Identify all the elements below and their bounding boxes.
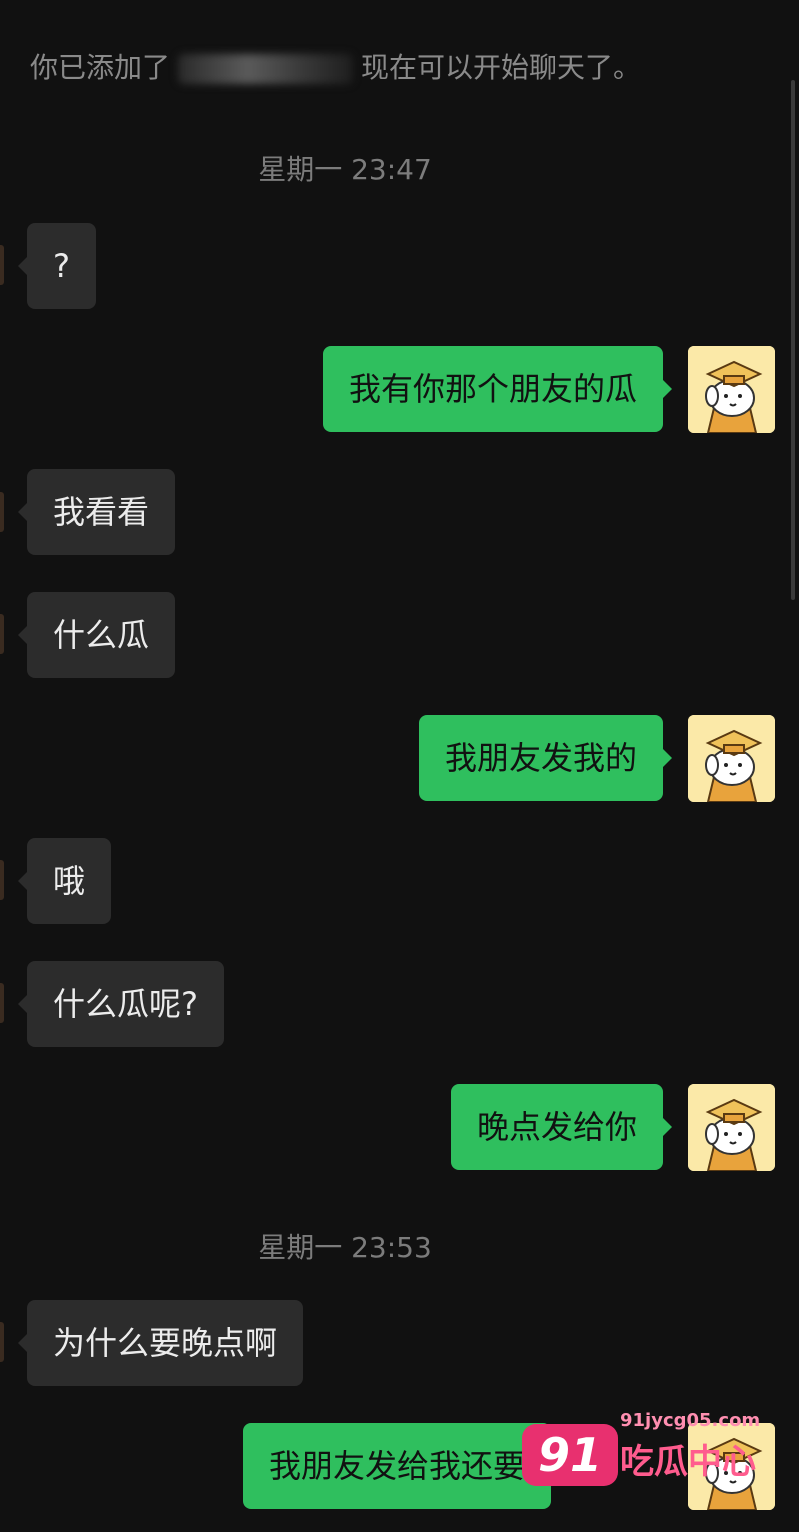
message-incoming[interactable]: 什么瓜 (17, 592, 176, 678)
message-outgoing[interactable]: 晚点发给你 (450, 1084, 673, 1170)
message-incoming[interactable]: 我看看 (17, 469, 176, 555)
system-note-prefix: 你已添加了 (30, 51, 171, 84)
message-outgoing[interactable]: 我朋友发我的 (418, 715, 673, 801)
avatar-icon[interactable] (688, 1084, 775, 1171)
message-outgoing[interactable]: 我有你那个朋友的瓜 (322, 346, 673, 432)
avatar-icon[interactable] (688, 715, 775, 802)
message-incoming[interactable]: 什么瓜呢? (18, 961, 224, 1047)
contact-avatar-edge[interactable] (0, 245, 4, 285)
contact-avatar-edge[interactable] (0, 860, 4, 900)
message-incoming[interactable]: 哦 (17, 838, 112, 924)
message-incoming[interactable]: ? (18, 223, 96, 309)
contact-avatar-edge[interactable] (0, 983, 4, 1023)
message-outgoing[interactable]: 我朋友发给我还要 (243, 1423, 561, 1509)
redacted-contact-name (178, 54, 354, 84)
contact-avatar-edge[interactable] (0, 492, 4, 532)
avatar-icon[interactable] (688, 346, 775, 433)
system-note: 你已添加了 现在可以开始聊天了。 (30, 48, 779, 88)
watermark: 91 91jycg05.com 吃瓜中心 (516, 1410, 760, 1500)
timestamp: 星期一 23:47 (258, 153, 432, 186)
message-incoming[interactable]: 为什么要晚点啊 (17, 1300, 304, 1386)
contact-avatar-edge[interactable] (0, 1322, 4, 1362)
contact-avatar-edge[interactable] (0, 614, 4, 654)
scrollbar[interactable] (791, 80, 795, 600)
watermark-logo: 91 (522, 1424, 618, 1486)
system-note-suffix: 现在可以开始聊天了。 (361, 51, 642, 84)
timestamp: 星期一 23:53 (258, 1231, 432, 1264)
watermark-url: 91jycg05.com (620, 1410, 761, 1431)
watermark-name: 吃瓜中心 (620, 1442, 756, 1482)
